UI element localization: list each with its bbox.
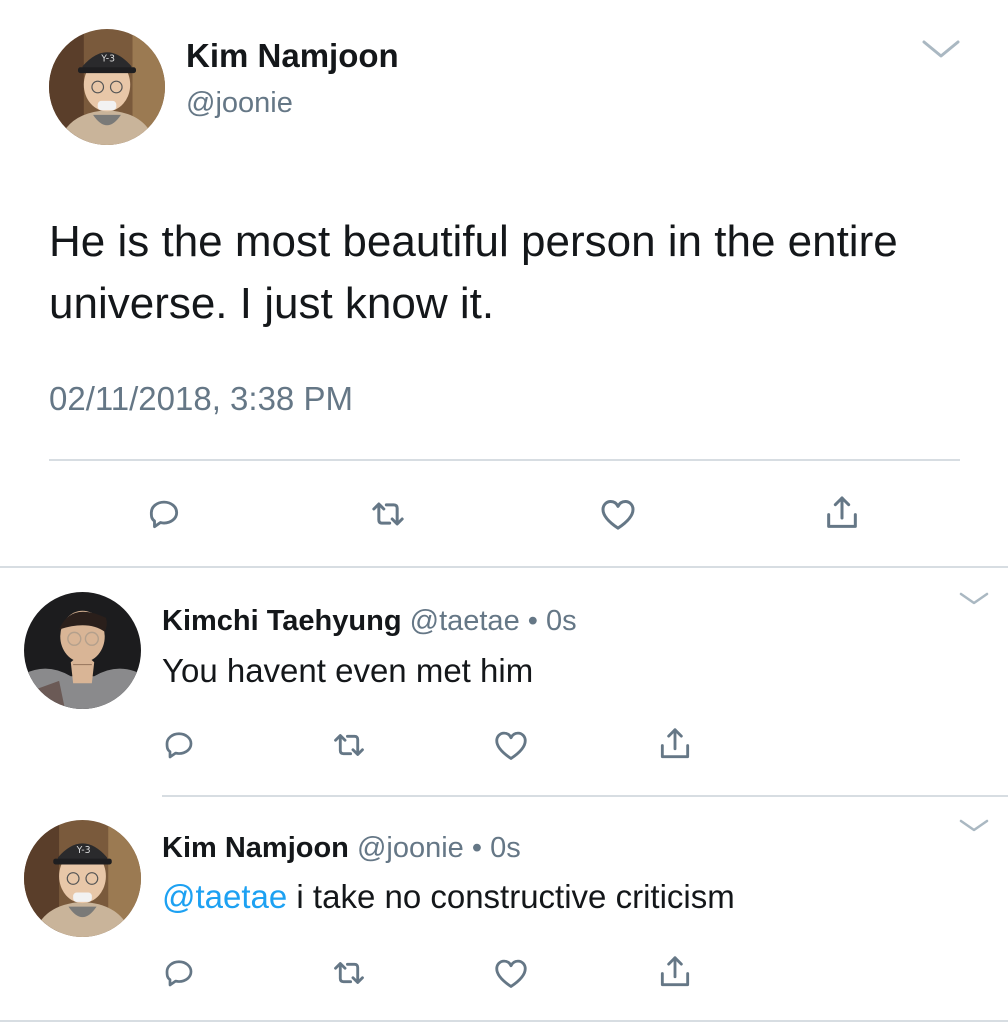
avatar[interactable]: [24, 592, 141, 709]
handle[interactable]: @joonie: [357, 832, 464, 864]
like-icon: [492, 726, 530, 764]
tweet-text: He is the most beautiful person in the e…: [49, 217, 898, 328]
like-button[interactable]: [488, 722, 534, 768]
reply-button[interactable]: [156, 950, 202, 996]
retweet-icon: [330, 954, 368, 992]
retweet-button[interactable]: [326, 722, 372, 768]
avatar[interactable]: Y-3: [24, 820, 141, 937]
reply-button[interactable]: [140, 490, 188, 538]
separator: •: [471, 832, 483, 864]
like-button[interactable]: [488, 950, 534, 996]
chevron-down-icon[interactable]: [921, 37, 961, 61]
display-name[interactable]: Kimchi Taehyung: [162, 605, 402, 637]
retweet-icon: [368, 494, 408, 534]
share-icon: [822, 493, 862, 533]
reply-text: @taetae i take no constructive criticism: [162, 875, 735, 919]
separator: •: [527, 605, 538, 637]
handle[interactable]: @joonie: [186, 83, 293, 123]
chevron-down-icon[interactable]: [958, 818, 990, 834]
reply-divider: [162, 795, 1008, 797]
retweet-button[interactable]: [326, 950, 372, 996]
mention-link[interactable]: @taetae: [162, 878, 287, 915]
retweet-icon: [330, 726, 368, 764]
svg-text:Y-3: Y-3: [100, 53, 115, 64]
share-icon: [656, 953, 694, 991]
display-name[interactable]: Kim Namjoon: [162, 832, 349, 864]
section-divider: [0, 566, 1008, 568]
like-icon: [492, 954, 530, 992]
relative-time: 0s: [545, 605, 577, 637]
svg-text:Y-3: Y-3: [76, 845, 91, 856]
avatar[interactable]: Y-3: [49, 29, 165, 145]
reply-icon: [161, 727, 197, 763]
divider: [49, 459, 960, 461]
display-name[interactable]: Kim Namjoon: [186, 34, 399, 78]
handle[interactable]: @taetae: [410, 605, 520, 637]
like-button[interactable]: [594, 490, 642, 538]
share-icon: [656, 725, 694, 763]
share-button[interactable]: [652, 948, 698, 996]
share-button[interactable]: [818, 488, 866, 538]
reply-text: You havent even met him: [162, 652, 534, 689]
like-icon: [598, 494, 638, 534]
share-button[interactable]: [652, 720, 698, 768]
reply-button[interactable]: [156, 722, 202, 768]
reply-icon: [161, 955, 197, 991]
reply-icon: [145, 495, 183, 533]
chevron-down-icon[interactable]: [958, 591, 990, 607]
relative-time: 0s: [490, 832, 521, 864]
bottom-divider: [0, 1020, 1008, 1022]
reply-header: Kim Namjoon @joonie • 0s: [162, 828, 521, 868]
reply-body: i take no constructive criticism: [296, 878, 735, 915]
reply-header: Kimchi Taehyung @taetae • 0s: [162, 601, 577, 641]
timestamp: 02/11/2018, 3:38 PM: [49, 380, 353, 417]
retweet-button[interactable]: [364, 490, 412, 538]
